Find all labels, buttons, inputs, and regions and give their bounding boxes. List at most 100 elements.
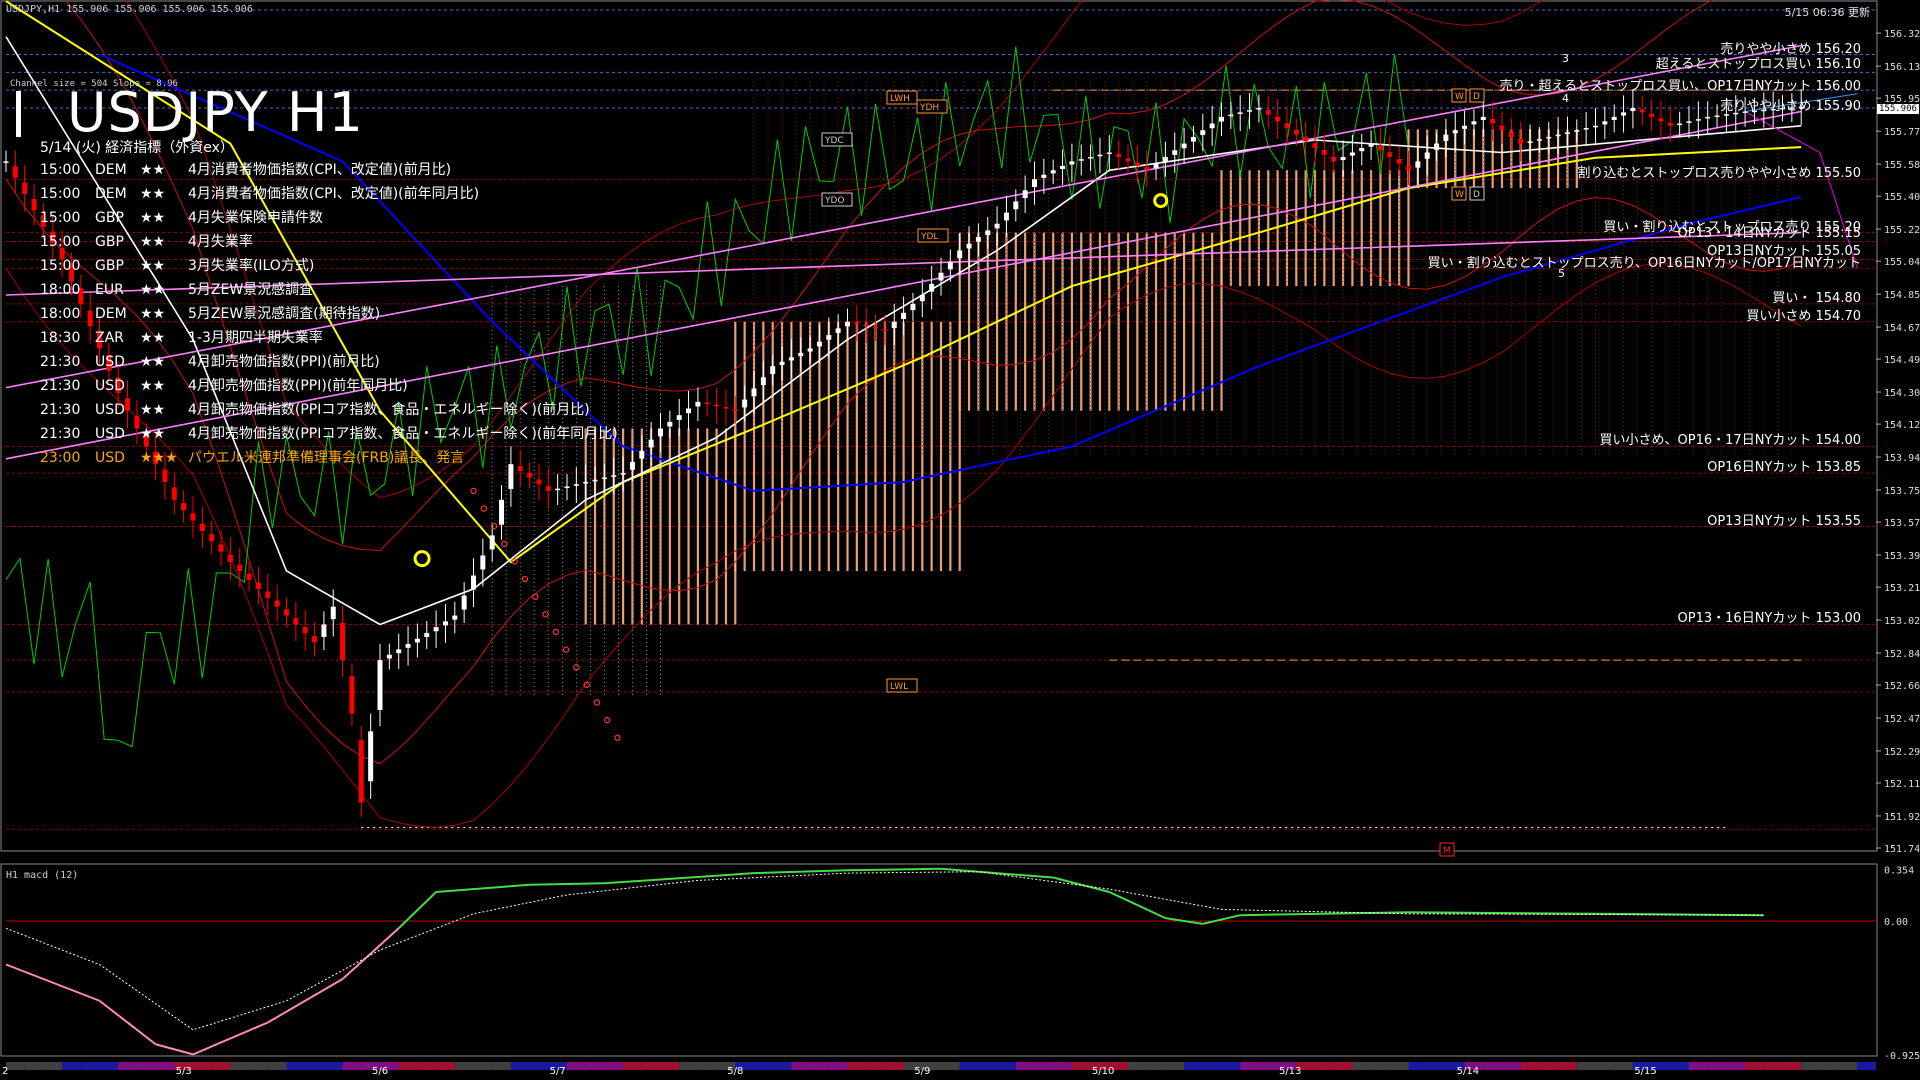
session-bar — [193, 1062, 212, 1070]
event-stars: ★★ — [140, 330, 166, 346]
session-bar — [1389, 1062, 1409, 1070]
session-bar — [305, 1062, 324, 1070]
candle-body — [1303, 136, 1309, 142]
candle-body — [1228, 114, 1234, 117]
candle-body — [162, 469, 168, 482]
session-bar — [641, 1062, 661, 1070]
candle-body — [508, 464, 514, 490]
candle-body — [639, 450, 645, 459]
event-stars: ★★ — [140, 234, 166, 250]
session-bar — [136, 1062, 156, 1070]
session-bar — [1221, 1062, 1241, 1070]
candle-body — [1630, 107, 1636, 112]
event-currency: USD — [95, 402, 125, 418]
candle-body — [601, 477, 607, 480]
ytick-label: 153.390 — [1884, 551, 1920, 562]
candle-body — [788, 357, 794, 361]
candle-body — [199, 523, 205, 531]
session-bar — [1165, 1062, 1185, 1070]
session-bar — [492, 1062, 511, 1070]
ytick-label: 151.745 — [1884, 844, 1920, 855]
macd-tick-label: 0.354 — [1884, 866, 1914, 877]
candle-body — [1060, 165, 1066, 169]
macd-line — [267, 978, 344, 1024]
trail-marker — [542, 611, 549, 618]
ytick-label: 152.840 — [1884, 649, 1920, 660]
order-label: OP13日NYカット 153.55 — [1707, 513, 1861, 529]
candle-body — [1546, 136, 1552, 139]
ydo-marker: YDO — [824, 196, 845, 206]
current-price-badge: 155.906 — [1877, 104, 1919, 114]
candle-body — [760, 377, 766, 386]
candle-body — [227, 554, 233, 563]
candle-body — [12, 166, 18, 178]
macd-label: H1 macd (12) — [6, 870, 79, 881]
event-currency: DEM — [95, 162, 127, 178]
candle-body — [1499, 125, 1505, 131]
candle-body — [1312, 143, 1318, 149]
candle-body — [910, 303, 916, 311]
candle-body — [489, 535, 495, 550]
event-currency: USD — [95, 378, 125, 394]
order-label: 買い・ 154.80 — [1772, 290, 1861, 306]
event-time: 21:30 — [40, 402, 81, 418]
candle-body — [1088, 156, 1094, 159]
session-bar — [80, 1062, 100, 1070]
d-marker: D — [1473, 92, 1480, 102]
event-name: 5月ZEW景況感調査(期待指数) — [188, 306, 381, 322]
candle-body — [461, 595, 467, 610]
event-currency: GBP — [95, 234, 124, 250]
candle-body — [1406, 165, 1411, 171]
session-bar — [941, 1062, 960, 1070]
event-time: 21:30 — [40, 378, 81, 394]
session-bar — [454, 1062, 474, 1070]
candle-body — [1602, 121, 1608, 125]
ytick-label: 154.490 — [1884, 355, 1920, 366]
candle-body — [1564, 132, 1570, 135]
event-name: 4月卸売物価指数(PPIコア指数、食品・エネルギー除く)(前月比) — [188, 402, 590, 418]
session-bar — [1146, 1062, 1166, 1070]
candle-body — [293, 618, 299, 625]
macd-tick-label: 0.00 — [1884, 917, 1908, 928]
candle-body — [714, 404, 720, 407]
candle-body — [1331, 156, 1337, 162]
xtick-label: 5/3 — [176, 1066, 192, 1077]
candle-body — [31, 198, 37, 211]
session-bar — [6, 1062, 25, 1070]
session-bar — [1053, 1062, 1072, 1070]
event-time: 15:00 — [40, 258, 81, 274]
candle-body — [929, 283, 935, 292]
session-bar — [1333, 1062, 1353, 1070]
session-bar — [604, 1062, 624, 1070]
session-bar — [1838, 1062, 1858, 1070]
trail-marker — [604, 716, 611, 724]
candle-body — [1340, 156, 1346, 161]
d-marker-low: D — [1473, 190, 1480, 200]
event-currency: USD — [95, 450, 125, 466]
candle-body — [564, 486, 570, 488]
candle-body — [1536, 139, 1542, 141]
session-bar — [1520, 1062, 1540, 1070]
session-bar — [323, 1062, 343, 1070]
event-currency: GBP — [95, 210, 124, 226]
order-label: OP16日NYカット 153.85 — [1707, 460, 1861, 476]
macd-tick-label: -0.925 — [1884, 1051, 1920, 1062]
candle-body — [1003, 212, 1009, 221]
ytick-label: 153.210 — [1884, 583, 1920, 594]
events-subtitle: 5/14 (火) 経済指標（外資ex） — [40, 140, 234, 156]
candle-body — [919, 294, 925, 302]
session-bar — [772, 1062, 792, 1070]
session-bar — [1801, 1062, 1820, 1070]
trail-marker — [470, 487, 477, 495]
macd-line — [341, 927, 400, 980]
candle-body — [1583, 127, 1589, 130]
session-bar — [1371, 1062, 1390, 1070]
event-name: 3月失業率(ILO方式) — [188, 258, 315, 274]
ydc-marker: YDC — [824, 136, 844, 146]
candle-body — [480, 555, 486, 570]
event-name: パウエル米連邦準備理事会(FRB)議長、発言 — [188, 450, 465, 466]
session-bar — [1614, 1062, 1633, 1070]
event-name: 4月失業保険申請件数 — [188, 210, 323, 226]
ytick-label: 154.855 — [1884, 290, 1920, 301]
candle-body — [732, 409, 738, 411]
